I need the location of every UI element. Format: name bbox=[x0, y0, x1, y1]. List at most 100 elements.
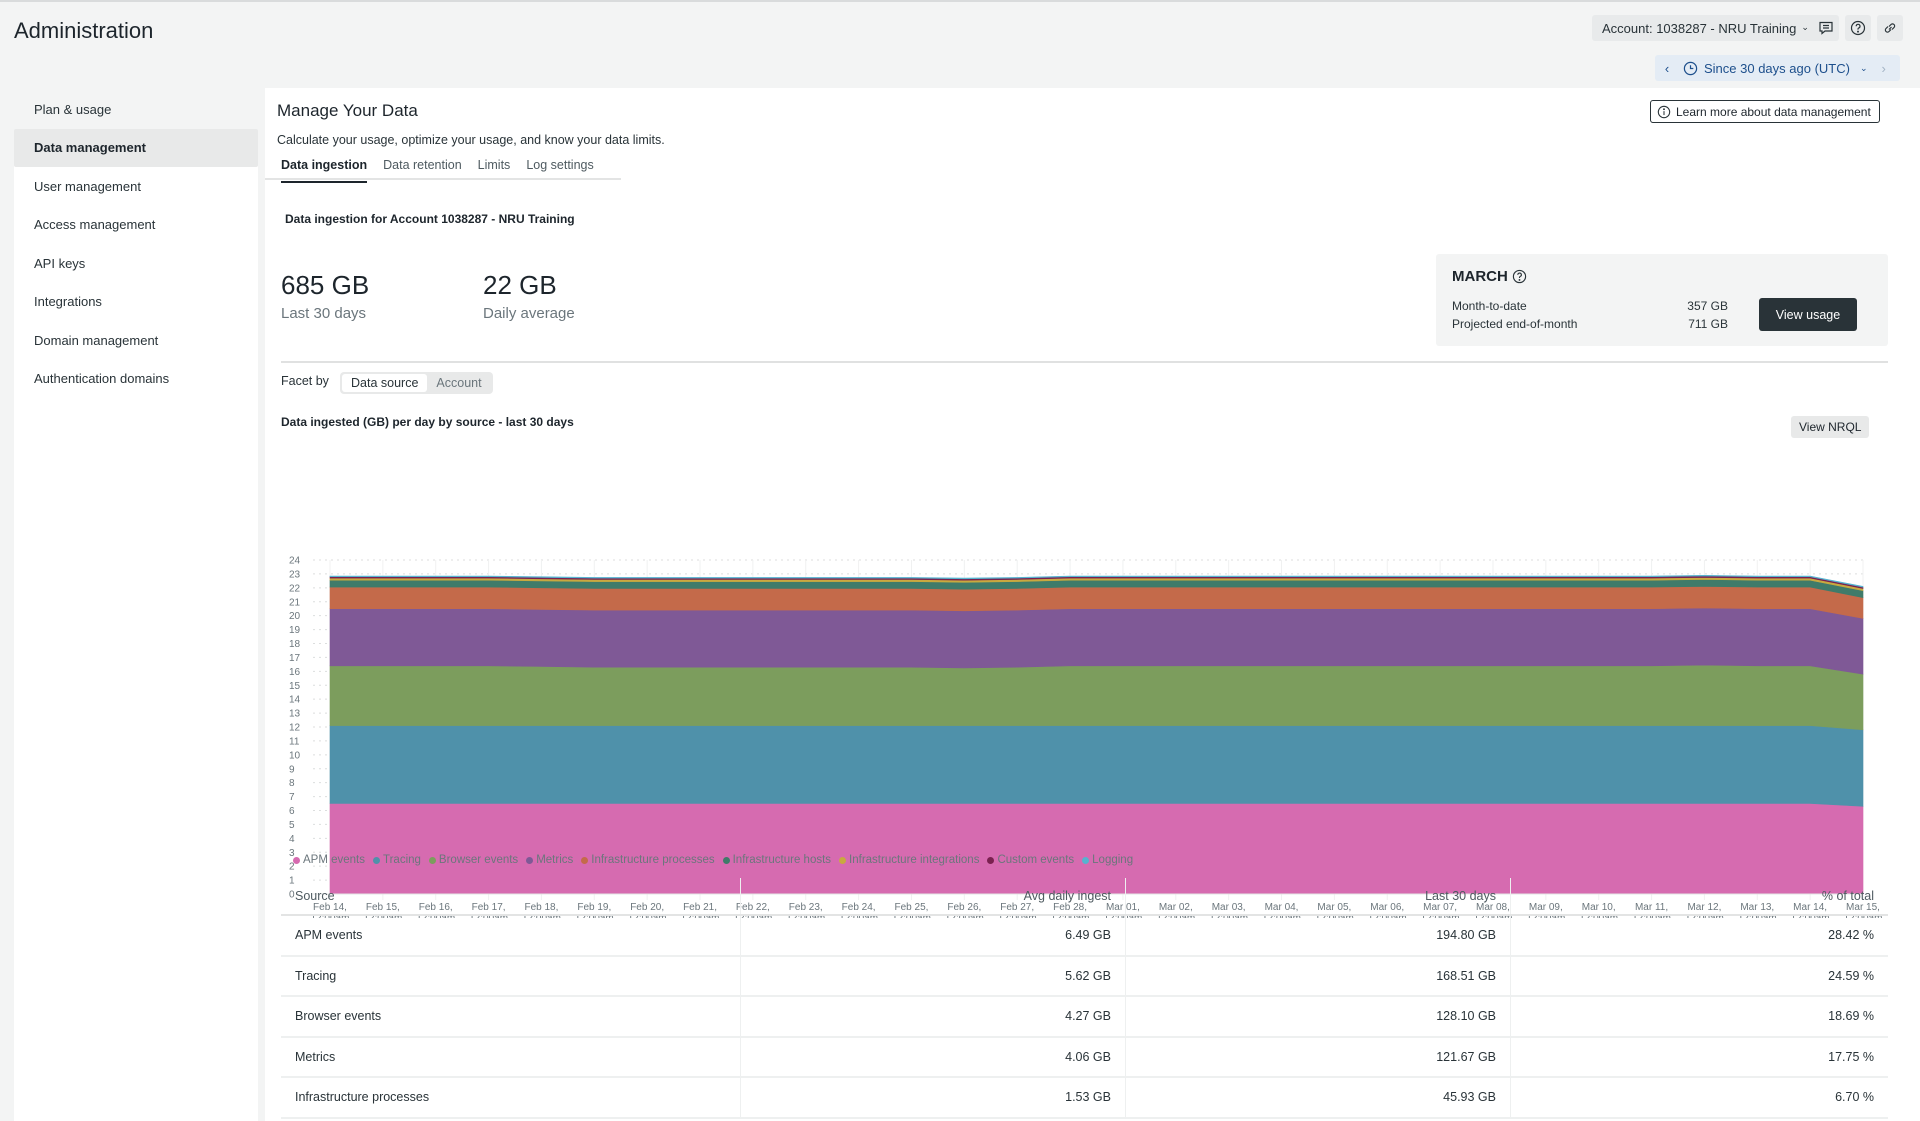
month-title-text: MARCH bbox=[1452, 268, 1508, 285]
cell-source: Tracing bbox=[281, 957, 741, 996]
y-tick-label: 22 bbox=[289, 583, 301, 594]
facet-data-source[interactable]: Data source bbox=[342, 374, 427, 392]
row-value: 357 GB bbox=[1687, 299, 1728, 313]
y-tick-label: 8 bbox=[289, 778, 295, 789]
cell-avg: 4.27 GB bbox=[741, 997, 1126, 1036]
clock-icon bbox=[1683, 61, 1698, 76]
cell-source: APM events bbox=[281, 916, 741, 955]
view-usage-button[interactable]: View usage bbox=[1759, 298, 1857, 331]
sidebar-item-data-management[interactable]: Data management bbox=[14, 129, 258, 168]
tab-log-settings[interactable]: Log settings bbox=[526, 158, 593, 180]
help-icon[interactable] bbox=[1512, 269, 1527, 284]
learn-more-button[interactable]: Learn more about data management bbox=[1650, 100, 1880, 123]
y-tick-label: 11 bbox=[289, 736, 300, 747]
legend-item[interactable]: Tracing bbox=[373, 854, 421, 866]
y-tick-label: 15 bbox=[289, 681, 301, 692]
cell-avg: 4.06 GB bbox=[741, 1038, 1126, 1077]
legend-label: Metrics bbox=[536, 854, 573, 866]
table-row: APM events 6.49 GB 194.80 GB 28.42 % bbox=[281, 916, 1888, 957]
cell-pct: 18.69 % bbox=[1511, 997, 1888, 1036]
legend-item[interactable]: Browser events bbox=[429, 854, 518, 866]
sidebar-item-user-management[interactable]: User management bbox=[14, 167, 258, 206]
sidebar-item-label: Data management bbox=[34, 140, 146, 155]
help-icon bbox=[1850, 20, 1866, 36]
cell-last30: 168.51 GB bbox=[1126, 957, 1511, 996]
account-label: Account: 1038287 - NRU Training bbox=[1602, 21, 1796, 36]
legend-label: Infrastructure hosts bbox=[733, 854, 831, 866]
chevron-down-icon: ⌄ bbox=[1801, 22, 1809, 33]
copy-link-button[interactable] bbox=[1877, 15, 1903, 41]
link-icon bbox=[1882, 20, 1898, 36]
sidebar-item-label: User management bbox=[34, 179, 141, 194]
sidebar-item-label: API keys bbox=[34, 256, 85, 271]
table-row: Tracing 5.62 GB 168.51 GB 24.59 % bbox=[281, 957, 1888, 998]
sidebar-item-authentication-domains[interactable]: Authentication domains bbox=[14, 360, 258, 399]
table-row: Infrastructure processes 1.53 GB 45.93 G… bbox=[281, 1078, 1888, 1119]
tab-data-retention[interactable]: Data retention bbox=[383, 158, 462, 180]
legend-item[interactable]: APM events bbox=[293, 854, 365, 866]
month-summary-card: MARCH Month-to-date 357 GB Projected end… bbox=[1436, 254, 1888, 346]
app-title: Administration bbox=[14, 18, 153, 44]
col-pct-total[interactable]: % of total bbox=[1511, 878, 1888, 914]
table-header: Source Avg daily ingest Last 30 days % o… bbox=[281, 878, 1888, 916]
time-next-button[interactable]: › bbox=[1882, 61, 1886, 76]
help-button[interactable] bbox=[1845, 15, 1871, 41]
learn-more-label: Learn more about data management bbox=[1676, 105, 1871, 119]
sidebar-nav: Plan & usage Data management User manage… bbox=[14, 90, 258, 398]
sidebar-item-label: Domain management bbox=[34, 333, 158, 348]
stat-last-30-days: 685 GB Last 30 days bbox=[281, 270, 369, 322]
stat-daily-average: 22 GB Daily average bbox=[483, 270, 575, 322]
page-subtitle: Calculate your usage, optimize your usag… bbox=[277, 133, 665, 147]
y-tick-label: 12 bbox=[289, 723, 301, 734]
legend-label: APM events bbox=[303, 854, 365, 866]
col-last-30[interactable]: Last 30 days bbox=[1126, 878, 1511, 914]
row-label: Projected end-of-month bbox=[1452, 317, 1577, 331]
time-prev-button[interactable]: ‹ bbox=[1655, 61, 1679, 76]
section-title: Data ingestion for Account 1038287 - NRU… bbox=[285, 212, 575, 226]
legend-dot-icon bbox=[581, 857, 588, 864]
legend-item[interactable]: Metrics bbox=[526, 854, 573, 866]
stat-value: 22 GB bbox=[483, 270, 575, 301]
facet-account[interactable]: Account bbox=[427, 374, 490, 392]
time-range-select[interactable]: Since 30 days ago (UTC) ⌄ bbox=[1704, 61, 1868, 76]
tab-data-ingestion[interactable]: Data ingestion bbox=[281, 158, 367, 180]
legend-item[interactable]: Infrastructure integrations bbox=[839, 854, 979, 866]
account-switcher[interactable]: Account: 1038287 - NRU Training ⌄ bbox=[1592, 15, 1819, 41]
cell-avg: 1.53 GB bbox=[741, 1078, 1126, 1117]
ingest-area-chart: 0123456789101112131415161718192021222324… bbox=[265, 448, 1920, 918]
legend-item[interactable]: Custom events bbox=[987, 854, 1074, 866]
legend-item[interactable]: Logging bbox=[1082, 854, 1133, 866]
table-row: Metrics 4.06 GB 121.67 GB 17.75 % bbox=[281, 1038, 1888, 1079]
y-tick-label: 7 bbox=[289, 792, 295, 803]
y-tick-label: 21 bbox=[289, 597, 301, 608]
legend-label: Browser events bbox=[439, 854, 518, 866]
cell-source: Browser events bbox=[281, 997, 741, 1036]
y-tick-label: 17 bbox=[289, 653, 301, 664]
feedback-button[interactable] bbox=[1813, 15, 1839, 41]
sidebar-item-api-keys[interactable]: API keys bbox=[14, 244, 258, 283]
y-tick-label: 18 bbox=[289, 639, 301, 650]
time-picker: ‹ Since 30 days ago (UTC) ⌄ › bbox=[1655, 55, 1900, 81]
view-nrql-button[interactable]: View NRQL bbox=[1791, 416, 1869, 438]
legend-item[interactable]: Infrastructure processes bbox=[581, 854, 714, 866]
sidebar-item-plan-usage[interactable]: Plan & usage bbox=[14, 90, 258, 129]
legend-dot-icon bbox=[526, 857, 533, 864]
col-source[interactable]: Source bbox=[281, 878, 741, 914]
top-border bbox=[0, 0, 1920, 2]
tab-limits[interactable]: Limits bbox=[478, 158, 511, 180]
legend-label: Custom events bbox=[997, 854, 1074, 866]
y-tick-label: 5 bbox=[289, 820, 295, 831]
sidebar-item-domain-management[interactable]: Domain management bbox=[14, 321, 258, 360]
cell-pct: 17.75 % bbox=[1511, 1038, 1888, 1077]
chevron-down-icon: ⌄ bbox=[1860, 63, 1868, 74]
info-icon bbox=[1657, 105, 1671, 119]
stat-value: 685 GB bbox=[281, 270, 369, 301]
page-title: Manage Your Data bbox=[277, 101, 418, 121]
area-browser-events bbox=[330, 665, 1863, 730]
cell-last30: 128.10 GB bbox=[1126, 997, 1511, 1036]
legend-item[interactable]: Infrastructure hosts bbox=[723, 854, 831, 866]
col-avg-daily[interactable]: Avg daily ingest bbox=[741, 878, 1126, 914]
sidebar-item-integrations[interactable]: Integrations bbox=[14, 283, 258, 322]
sidebar-item-access-management[interactable]: Access management bbox=[14, 206, 258, 245]
cell-avg: 5.62 GB bbox=[741, 957, 1126, 996]
